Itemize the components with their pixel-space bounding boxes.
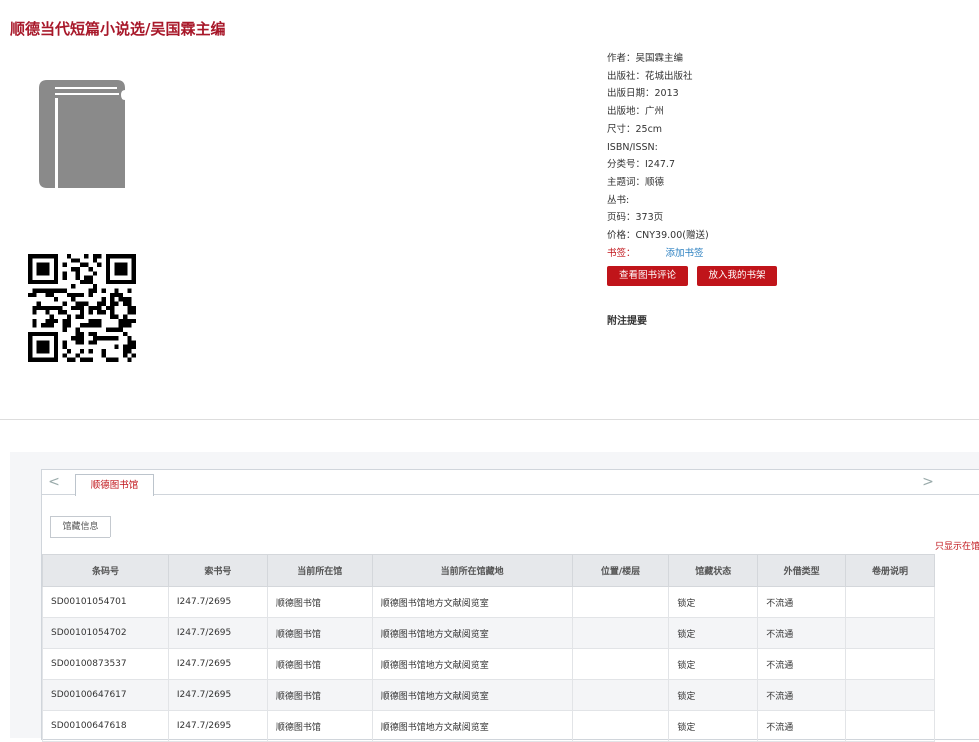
table-cell: [845, 617, 935, 649]
table-cell: 顺德图书馆地方文献阅览室: [371, 586, 573, 618]
table-cell: SD00100647617: [42, 679, 169, 711]
table-cell: 不流通: [757, 648, 847, 680]
table-cell: I247.7/2695: [167, 710, 268, 742]
table-cell: 锁定: [668, 586, 759, 618]
table-cell: 顺德图书馆: [266, 710, 373, 742]
meta-row: 出版日期：2013: [607, 88, 679, 100]
table-cell: I247.7/2695: [167, 679, 268, 711]
meta-row: 页码：373页: [607, 212, 664, 224]
meta-row: 尺寸：25cm: [607, 123, 663, 135]
view-reviews-button[interactable]: 查看图书评论: [607, 266, 688, 286]
table-cell: 顺德图书馆: [266, 586, 373, 618]
table-cell: [845, 586, 935, 618]
table-cell: [845, 679, 935, 711]
tab-next-arrow[interactable]: >: [918, 473, 938, 491]
table-row: SD00100647617 I247.7/2695 顺德图书馆 顺德图书馆地方文献阅览…: [42, 679, 935, 711]
column-header[interactable]: 当前所在馆藏地: [371, 554, 573, 587]
table-cell: I247.7/2695: [167, 586, 268, 618]
meta-row: 出版社：花城出版社: [607, 70, 693, 82]
meta-row: 分类号：I247.7: [607, 159, 675, 171]
meta-row: ISBN/ISSN:: [607, 141, 658, 153]
table-cell: SD00101054702: [42, 617, 169, 649]
table-cell: 不流通: [757, 679, 847, 711]
table-cell: [845, 710, 935, 742]
table-row: SD00100647618 I247.7/2695 顺德图书馆 顺德图书馆地方文献阅览…: [42, 710, 935, 742]
table-cell: [571, 648, 670, 680]
book-metadata: 作者：吴国霖主编 出版社：花城出版社 出版日期：2013 出版地：广州 尺寸：25cm I…: [607, 50, 709, 262]
table-cell: 不流通: [757, 617, 847, 649]
page-title: 顺德当代短篇小说选/吴国霖主编: [10, 20, 226, 38]
column-header[interactable]: 位置/楼层: [571, 554, 670, 587]
table-cell: SD00100873537: [42, 648, 169, 680]
table-cell: [571, 710, 670, 742]
divider: [0, 419, 979, 420]
meta-row: 主题词：顺德: [607, 176, 665, 188]
only-show-available-link[interactable]: 只显示在馆: [935, 539, 979, 552]
table-cell: I247.7/2695: [167, 617, 268, 649]
bookmark-label: 书签：: [607, 247, 636, 259]
table-cell: 顺德图书馆: [266, 617, 373, 649]
meta-row: 价格：CNY39.00(赠送): [607, 230, 709, 242]
tab-shunde-library[interactable]: 顺德图书馆: [75, 474, 154, 496]
column-header[interactable]: 馆藏状态: [668, 554, 759, 587]
table-cell: 顺德图书馆地方文献阅览室: [371, 648, 573, 680]
table-cell: 锁定: [668, 648, 759, 680]
add-to-shelf-button[interactable]: 放入我的书架: [697, 266, 777, 286]
table-cell: 锁定: [668, 710, 759, 742]
table-cell: 顺德图书馆地方文献阅览室: [371, 710, 573, 742]
table-row: SD00101054702 I247.7/2695 顺德图书馆 顺德图书馆地方文献阅览…: [42, 617, 935, 649]
table-cell: 锁定: [668, 679, 759, 711]
table-cell: 顺德图书馆: [266, 648, 373, 680]
tab-holdings-info[interactable]: 馆藏信息: [50, 516, 111, 537]
table-cell: SD00101054701: [42, 586, 169, 618]
column-header[interactable]: 条码号: [42, 554, 169, 587]
column-header[interactable]: 当前所在馆: [266, 554, 373, 587]
holdings-table: 条码号 索书号 当前所在馆 当前所在馆藏地 位置/楼层 馆藏状态 外借类型 卷册说明 SD00…: [42, 554, 935, 742]
bookmark-row: 书签： 添加书签: [607, 245, 709, 263]
table-cell: 顺德图书馆地方文献阅览室: [371, 617, 573, 649]
column-header[interactable]: 卷册说明: [845, 554, 935, 587]
add-bookmark-link[interactable]: 添加书签: [666, 248, 704, 259]
table-cell: [571, 586, 670, 618]
meta-row: 出版地：广州: [607, 106, 665, 118]
meta-row: 丛书:: [607, 194, 630, 206]
meta-row: 作者：吴国霖主编: [607, 53, 684, 64]
table-cell: 顺德图书馆地方文献阅览室: [371, 679, 573, 711]
table-cell: 不流通: [757, 586, 847, 618]
tab-prev-arrow[interactable]: <: [44, 473, 64, 491]
table-row: SD00100873537 I247.7/2695 顺德图书馆 顺德图书馆地方文献阅览…: [42, 648, 935, 680]
column-header[interactable]: 外借类型: [757, 554, 847, 587]
column-header[interactable]: 索书号: [167, 554, 268, 587]
table-cell: I247.7/2695: [167, 648, 268, 680]
book-icon: [39, 80, 125, 188]
table-row: SD00101054701 I247.7/2695 顺德图书馆 顺德图书馆地方文献阅览…: [42, 586, 935, 618]
table-cell: 顺德图书馆: [266, 679, 373, 711]
table-cell: 不流通: [757, 710, 847, 742]
table-cell: [571, 679, 670, 711]
table-cell: [845, 648, 935, 680]
table-cell: 锁定: [668, 617, 759, 649]
table-cell: [571, 617, 670, 649]
table-cell: SD00100647618: [42, 710, 169, 742]
qr-code: [28, 254, 136, 362]
subtab-underline: [50, 537, 110, 538]
notes-heading: 附注提要: [607, 316, 647, 327]
holdings-panel: < 顺德图书馆 > 馆藏信息 只显示在馆 条码号 索书号 当前所在馆 当前所在馆藏地位…: [41, 469, 979, 742]
library-tab-bar: < 顺德图书馆 >: [42, 470, 979, 496]
